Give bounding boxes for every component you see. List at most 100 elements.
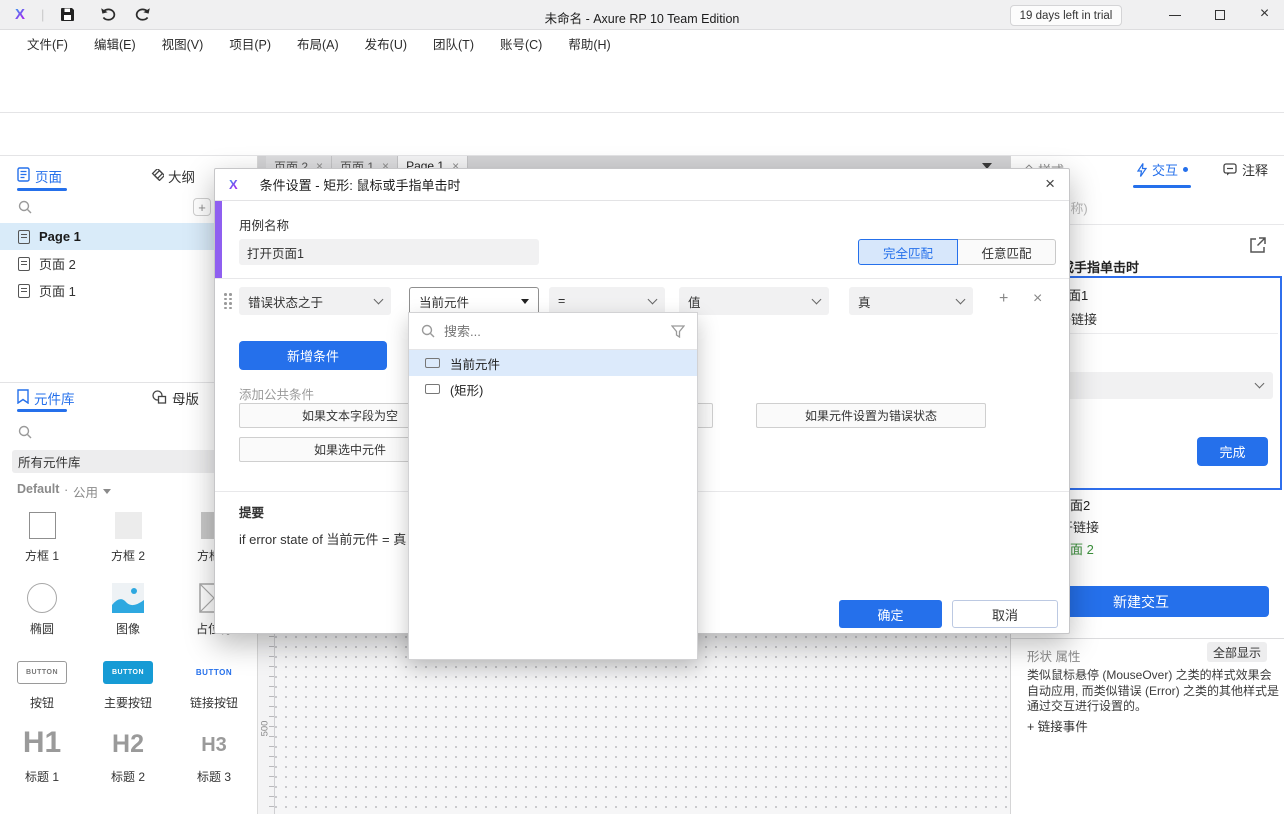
menu-bar: 文件(F) 编辑(E) 视图(V) 项目(P) 布局(A) 发布(U) 团队(T…: [0, 30, 1284, 56]
menu-file[interactable]: 文件(F): [14, 34, 81, 53]
picker-search-input[interactable]: [444, 324, 662, 339]
condition-value-select[interactable]: 真: [849, 287, 973, 315]
remove-row-button[interactable]: ×: [1033, 290, 1042, 308]
show-all-button[interactable]: 全部显示: [1207, 642, 1267, 662]
widget-link-button[interactable]: BUTTON: [171, 661, 257, 684]
widget-rect-icon: [425, 384, 440, 394]
widget-label: 方框 2: [85, 547, 171, 564]
widget-h2[interactable]: H2: [85, 730, 171, 759]
add-condition-button[interactable]: 新增条件: [239, 341, 387, 370]
widget-primary-button[interactable]: BUTTON: [85, 661, 171, 684]
widget-label: 链接按钮: [171, 694, 257, 711]
condition-value-type-select[interactable]: 值: [679, 287, 829, 315]
widget-h3[interactable]: H3: [171, 734, 257, 757]
menu-project[interactable]: 项目(P): [216, 34, 284, 53]
style-toolbar: Box 1 Arial Normal 13 A B I U 填充 阴影 边框: [0, 113, 1284, 156]
h1-icon: H1: [23, 726, 61, 760]
ellipse-icon: [27, 583, 57, 613]
drag-handle[interactable]: [224, 293, 232, 309]
library-filter-value: 所有元件库: [18, 452, 81, 471]
widget-image[interactable]: [85, 583, 171, 613]
tab-libraries[interactable]: 元件库: [34, 388, 75, 408]
condition-target-combo-open[interactable]: 当前元件: [409, 287, 539, 315]
picker-option[interactable]: (矩形): [409, 376, 697, 402]
libraries-icon: [17, 389, 29, 407]
h2-icon: H2: [112, 730, 144, 759]
search-icon[interactable]: [18, 425, 32, 442]
widget-h1[interactable]: H1: [0, 726, 85, 760]
tab-interactions-label: 交互: [1152, 160, 1178, 179]
tab-interactions[interactable]: 交互: [1137, 160, 1188, 179]
filter-funnel-icon[interactable]: [671, 325, 685, 338]
ok-button[interactable]: 确定: [839, 600, 942, 628]
tab-notes[interactable]: 注释: [1223, 160, 1268, 179]
unsaved-dot-icon: [1183, 167, 1188, 172]
search-icon: [421, 324, 435, 338]
box1-icon: [29, 512, 56, 539]
picker-option-label: (矩形): [450, 380, 483, 399]
pages-icon: [17, 167, 30, 185]
done-button[interactable]: 完成: [1197, 437, 1268, 466]
widget-button[interactable]: BUTTON: [0, 661, 85, 684]
widget-label: 标题 3: [171, 768, 257, 785]
condition-type-value: 错误状态之于: [248, 292, 323, 311]
page-icon: [18, 284, 30, 298]
tab-notes-label: 注释: [1242, 160, 1268, 179]
match-any-toggle[interactable]: 任意匹配: [958, 239, 1056, 265]
menu-view[interactable]: 视图(V): [149, 34, 217, 53]
page-row-label: Page 1: [39, 229, 81, 244]
widget-ellipse[interactable]: [0, 583, 85, 613]
comment-icon: [1223, 163, 1237, 176]
common-error-state-button[interactable]: 如果元件设置为错误状态: [756, 403, 986, 428]
match-all-toggle[interactable]: 完全匹配: [858, 239, 958, 265]
page-row-label: 页面 2: [39, 254, 76, 273]
link-button-icon: BUTTON: [196, 661, 232, 684]
widget-label: 方框 1: [0, 547, 85, 564]
image-icon: [112, 583, 144, 613]
menu-layout[interactable]: 布局(A): [284, 34, 352, 53]
condition-type-select[interactable]: 错误状态之于: [239, 287, 391, 315]
case-name-label: 用例名称: [239, 215, 289, 234]
style-hint-text: 类似鼠标悬停 (MouseOver) 之类的样式效果会自动应用, 而类似错误 (…: [1027, 668, 1279, 715]
tab-masters[interactable]: 母版: [172, 388, 199, 408]
tab-outline[interactable]: 大纲: [168, 166, 195, 186]
widget-box1[interactable]: [0, 512, 85, 539]
dialog-header: X 条件设置 - 矩形: 鼠标或手指单击时 ×: [215, 169, 1069, 201]
button-icon: BUTTON: [17, 661, 67, 684]
add-row-button[interactable]: +: [999, 290, 1008, 308]
search-icon[interactable]: [18, 200, 32, 217]
widget-rect-icon: [425, 358, 440, 368]
widget-box2[interactable]: [85, 512, 171, 539]
maximize-button[interactable]: [1200, 0, 1240, 30]
minimize-button[interactable]: [1155, 0, 1195, 30]
active-tab-underline: [17, 188, 67, 191]
close-dialog-button[interactable]: ×: [1045, 174, 1055, 194]
picker-option-selected[interactable]: 当前元件: [409, 350, 697, 376]
close-window-button[interactable]: ×: [1245, 0, 1284, 30]
library-scope-label[interactable]: 公用: [73, 482, 98, 501]
link-events-button[interactable]: + 链接事件: [1027, 716, 1088, 735]
cancel-button[interactable]: 取消: [952, 600, 1058, 628]
external-link-icon[interactable]: [1249, 236, 1267, 257]
axure-window: X | 未命名 - Axure RP 10 Team Edition 19 da…: [0, 0, 1284, 814]
tab-pages[interactable]: 页面: [35, 166, 62, 186]
widget-label: 主要按钮: [85, 694, 171, 711]
condition-value: 真: [858, 292, 871, 311]
title-bar: X | 未命名 - Axure RP 10 Team Edition 19 da…: [0, 0, 1284, 30]
menu-team[interactable]: 团队(T): [420, 34, 487, 53]
menu-help[interactable]: 帮助(H): [555, 34, 623, 53]
active-tab-underline: [17, 409, 67, 412]
menu-account[interactable]: 账号(C): [487, 34, 555, 53]
trial-badge[interactable]: 19 days left in trial: [1010, 5, 1122, 26]
add-page-button[interactable]: +: [193, 198, 211, 216]
page-row-label: 页面 1: [39, 281, 76, 300]
menu-edit[interactable]: 编辑(E): [81, 34, 149, 53]
widget-label: 按钮: [0, 694, 85, 711]
case-name-input[interactable]: [239, 239, 539, 265]
condition-operator-select[interactable]: =: [549, 287, 665, 315]
menu-publish[interactable]: 发布(U): [352, 34, 420, 53]
library-group-label[interactable]: Default: [17, 482, 59, 496]
page-icon: [18, 257, 30, 271]
masters-icon: [152, 390, 167, 407]
library-filter-select[interactable]: 所有元件库: [12, 450, 246, 473]
